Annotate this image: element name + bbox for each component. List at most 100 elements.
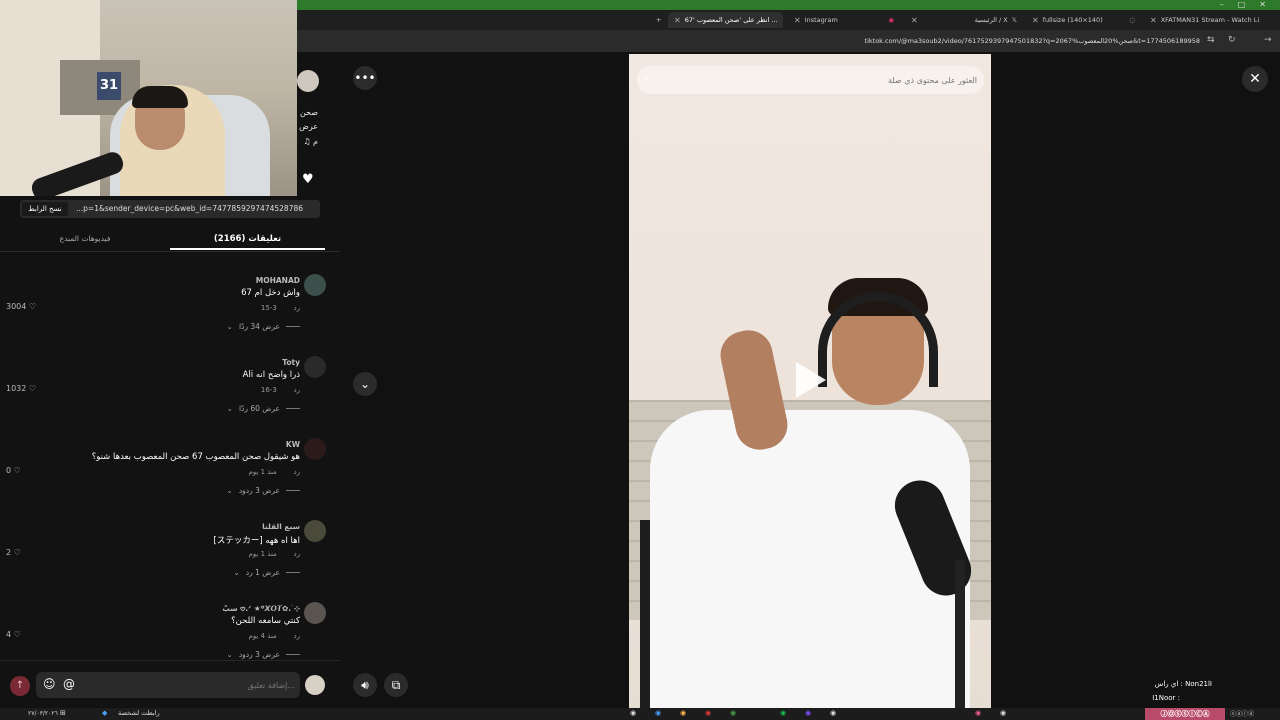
comment-date: منذ 1 يوم [248,550,277,558]
comment-username[interactable]: KW [286,440,300,449]
post-more[interactable]: عرض [299,122,318,131]
taskbar-app-icon[interactable]: ◉ [805,709,811,717]
video-mic-stand [955,560,965,720]
tab-comments[interactable]: تعليقات (2166) [170,230,325,250]
taskbar [0,708,1280,720]
divider-dash [286,572,300,573]
new-tab-button[interactable]: + [650,12,667,28]
more-icon: ••• [354,71,376,85]
close-tab-icon[interactable]: ✕ [911,16,918,25]
close-icon: ✕ [1249,71,1261,87]
chevron-down-icon: ⌄ [226,322,233,331]
search-icon[interactable]: ⌕ [643,71,650,86]
emoji-icon[interactable]: ☺ [43,677,56,691]
next-video-button[interactable]: ⌄ [353,372,377,396]
comment-date: منذ 4 يوم [248,632,277,640]
tab-tiktok[interactable]: ✕ انظر على 'صحن المعصوب '67 ... [668,12,783,28]
like-count[interactable]: 1032 ♡ [6,384,36,393]
taskbar-app-icon[interactable]: ◉ [780,709,786,717]
reply-button[interactable]: رد [294,468,301,476]
taskbar-app-icon[interactable]: ◉ [975,709,981,717]
view-replies-label: عرض 3 ردود [238,650,280,659]
reply-button[interactable]: رد [294,386,301,394]
volume-icon: 🔊︎ [361,678,369,692]
comment-text: واش دخل ام 67 [241,288,300,298]
at-icon[interactable]: @ [63,677,75,691]
divider-dash [286,654,300,655]
reload-icon[interactable]: ↻ [1228,35,1236,45]
related-search-input[interactable] [665,66,977,94]
reply-button[interactable]: رد [294,304,301,312]
tab-fullsize[interactable]: ✕ fullsize (140×140) ◌ [1026,12,1141,28]
like-count[interactable]: 0 ♡ [6,466,21,475]
chevron-down-icon: ⌄ [226,650,233,659]
reply-button[interactable]: رد [294,550,301,558]
like-count-value: 0 [6,466,12,475]
close-tab-icon[interactable]: ✕ [794,16,801,25]
app-icon[interactable]: ◆ [102,709,107,717]
url-field[interactable]: tiktok.com/@ma3soub2/video/7617529397947… [865,37,1200,45]
volume-button[interactable]: 🔊︎ [353,673,377,697]
close-video-button[interactable]: ✕ [1242,66,1268,92]
heart-outline-icon: ♡ [28,384,37,393]
copy-link-button[interactable]: نسخ الرابط [22,202,68,216]
view-replies-button[interactable]: ⌄ عرض 3 ردود [227,486,300,495]
taskbar-app-icon[interactable]: ◉ [830,709,836,717]
view-replies-button[interactable]: ⌄ عرض 34 ردًا [227,322,300,331]
comment-username[interactable]: سبّ 𖹭.ᐟ ★꙳𝙓𝙊𝙏✿.࣪ ⊹ [222,604,300,614]
minimize-button[interactable]: – [1220,0,1224,10]
tab-creator-videos[interactable]: فيديوهات المبدع [0,230,170,250]
taskbar-app-icon[interactable]: ◉ [655,709,661,717]
close-tab-icon[interactable]: ✕ [674,16,681,25]
comment-username[interactable]: MOHANAD [256,276,300,285]
comment-item: سبّ 𖹭.ᐟ ★꙳𝙓𝙊𝙏✿.࣪ ⊹ كنتي سامعه اللحن؟ رد … [0,602,340,662]
maximize-button[interactable]: □ [1238,0,1246,10]
taskbar-app-icon[interactable]: ◉ [630,709,636,717]
taskbar-app-icon[interactable]: ◉ [730,709,736,717]
pip-button[interactable]: ⧉ [384,673,408,697]
close-tab-icon[interactable]: ✕ [1150,16,1157,25]
post-sound[interactable]: ♫ م [303,137,318,146]
more-options-button[interactable]: ••• [353,66,377,90]
like-count[interactable]: 2 ♡ [6,548,21,557]
avatar[interactable] [304,274,326,296]
heart-outline-icon: ♡ [13,466,21,475]
comment-item: MOHANAD واش دخل ام 67 رد 3-15 3004 ♡ ⌄ عر… [0,274,340,356]
comment-text: هو شيقول صحن المعصوب 67 صحن المعصوب بعده… [91,452,300,462]
avatar[interactable] [304,356,326,378]
view-replies-button[interactable]: ⌄ عرض 1 رد [233,568,300,577]
forward-icon[interactable]: → [1264,35,1272,45]
chevron-down-icon: ⌄ [233,568,240,577]
taskbar-app-icon[interactable]: ◉ [680,709,686,717]
send-button[interactable]: ↑ [10,676,30,696]
window-close-button[interactable]: ✕ [1259,0,1266,10]
reply-button[interactable]: رد [294,632,301,640]
taskbar-app-icon[interactable]: ◉ [1000,709,1006,717]
avatar[interactable] [304,438,326,460]
tab-stream[interactable]: ✕ XFATMAN31 Stream - Watch Li ■ [1144,12,1262,28]
taskbar-app-icon[interactable]: ◉ [705,709,711,717]
view-replies-button[interactable]: ⌄ عرض 3 ردود [227,650,300,659]
avatar[interactable] [304,602,326,624]
comment-item: سبع القلنا [ステッカー] اها اه ههه رد منذ 1 ي… [0,520,340,602]
view-replies-button[interactable]: ⌄ عرض 60 ردًا [227,404,300,413]
play-icon[interactable] [796,362,826,398]
windows-icon[interactable]: ⊞ [60,709,66,717]
avatar[interactable] [304,520,326,542]
view-replies-label: عرض 60 ردًا [238,404,280,413]
like-count[interactable]: 3004 ♡ [6,302,36,311]
globe-icon: ◌ [1129,16,1135,24]
close-tab-icon[interactable]: ✕ [1032,16,1039,25]
comment-username[interactable]: سبع القلنا [262,522,300,531]
tab-x[interactable]: ✕ الرئيسية / X 𝕏 [905,12,1023,28]
heart-icon[interactable]: ♥ [302,172,316,187]
tab-instagram[interactable]: ✕ Instagram ◉ [788,12,900,28]
taskbar-right-label: ⓢⓐⓡⓓ [1230,711,1255,718]
comment-input[interactable] [90,672,295,698]
comment-username[interactable]: Toty [282,358,300,367]
taskbar-app-label[interactable]: رابطت لشخصة [118,709,160,717]
chevron-down-icon: ⌄ [226,404,233,413]
like-count[interactable]: 4 ♡ [6,630,21,639]
instagram-icon: ◉ [888,16,894,24]
tab-actions-icon[interactable]: ⇆ [1207,35,1215,45]
